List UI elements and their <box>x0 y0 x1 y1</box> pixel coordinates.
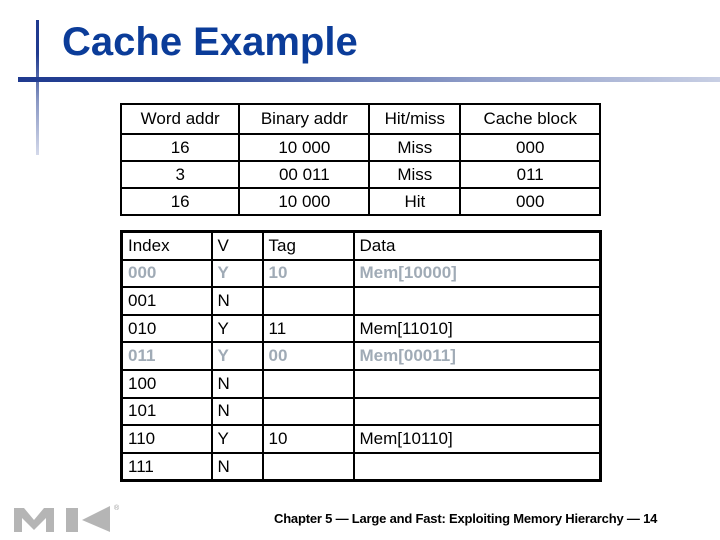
table-row: 111 N <box>120 451 602 482</box>
cell-tag <box>261 286 355 316</box>
cell-index: 100 <box>120 368 213 399</box>
cell-valid: Y <box>210 258 264 289</box>
header-cache-block: Cache block <box>459 103 601 135</box>
cell-data <box>352 396 602 427</box>
cell-hit-miss: Hit <box>368 187 462 216</box>
table-row: 3 00 011 Miss 011 <box>119 160 601 189</box>
cell-word-addr: 16 <box>119 187 241 216</box>
cell-tag <box>261 451 355 482</box>
cell-valid: Y <box>210 341 264 371</box>
cell-data <box>352 451 602 482</box>
header-hit-miss: Hit/miss <box>368 103 462 135</box>
cell-valid: N <box>210 396 264 427</box>
cell-index: 001 <box>120 286 213 316</box>
logo-letter-k-stem <box>66 508 78 532</box>
cell-cache-block: 011 <box>459 160 601 189</box>
header-index: Index <box>120 230 213 261</box>
table-row: 16 10 000 Hit 000 <box>119 187 601 216</box>
header-word-addr: Word addr <box>119 103 241 135</box>
header-valid: V <box>210 230 264 261</box>
cell-data: Mem[10000] <box>352 258 602 289</box>
cell-data: Mem[00011] <box>352 341 602 371</box>
cell-data: Mem[11010] <box>352 313 602 344</box>
logo-letter-m <box>14 508 54 532</box>
cell-valid: N <box>210 451 264 482</box>
slide-title: Cache Example <box>62 20 358 64</box>
header-binary-addr: Binary addr <box>238 103 371 135</box>
cell-valid: Y <box>210 424 264 454</box>
table-row: 000 Y 10 Mem[10000] <box>120 258 602 289</box>
cell-data <box>352 286 602 316</box>
accent-horizontal-bar <box>18 77 720 82</box>
table-row: 001 N <box>120 286 602 316</box>
cell-index: 000 <box>120 258 213 289</box>
cell-valid: Y <box>210 313 264 344</box>
cell-word-addr: 3 <box>119 160 241 189</box>
slide-footer: Chapter 5 — Large and Fast: Exploiting M… <box>274 511 658 526</box>
table-row: 010 Y 11 Mem[11010] <box>120 313 602 344</box>
cell-binary-addr: 10 000 <box>238 187 371 216</box>
cell-valid: N <box>210 368 264 399</box>
cell-tag: 10 <box>261 424 355 454</box>
table-header-row: Word addr Binary addr Hit/miss Cache blo… <box>119 103 601 135</box>
cell-valid: N <box>210 286 264 316</box>
cell-tag: 00 <box>261 341 355 371</box>
table-row: 101 N <box>120 396 602 427</box>
cell-data: Mem[10110] <box>352 424 602 454</box>
table-row: 110 Y 10 Mem[10110] <box>120 424 602 454</box>
cell-cache-block: 000 <box>459 187 601 216</box>
header-tag: Tag <box>261 230 355 261</box>
cell-word-addr: 16 <box>119 133 241 162</box>
cell-index: 110 <box>120 424 213 454</box>
cell-hit-miss: Miss <box>368 160 462 189</box>
cell-index: 010 <box>120 313 213 344</box>
mk-logo-icon: ® <box>14 504 120 532</box>
cell-binary-addr: 00 011 <box>238 160 371 189</box>
table-row: 011 Y 00 Mem[00011] <box>120 341 602 371</box>
table-row: 100 N <box>120 368 602 399</box>
header-data: Data <box>352 230 602 261</box>
cell-hit-miss: Miss <box>368 133 462 162</box>
cell-data <box>352 368 602 399</box>
cell-tag: 11 <box>261 313 355 344</box>
cell-tag <box>261 396 355 427</box>
cell-tag: 10 <box>261 258 355 289</box>
table-row: 16 10 000 Miss 000 <box>119 133 601 162</box>
access-sequence-table: Word addr Binary addr Hit/miss Cache blo… <box>119 103 601 216</box>
cell-cache-block: 000 <box>459 133 601 162</box>
cell-binary-addr: 10 000 <box>238 133 371 162</box>
cell-index: 101 <box>120 396 213 427</box>
registered-mark: ® <box>114 504 120 512</box>
table-header-row: Index V Tag Data <box>120 230 602 261</box>
logo-letter-k-arm <box>82 506 110 532</box>
accent-vertical-bar <box>36 20 39 155</box>
cell-index: 011 <box>120 341 213 371</box>
cell-index: 111 <box>120 451 213 482</box>
cell-tag <box>261 368 355 399</box>
cache-contents-table: Index V Tag Data 000 Y 10 Mem[10000] 001 N 010… <box>120 230 602 483</box>
